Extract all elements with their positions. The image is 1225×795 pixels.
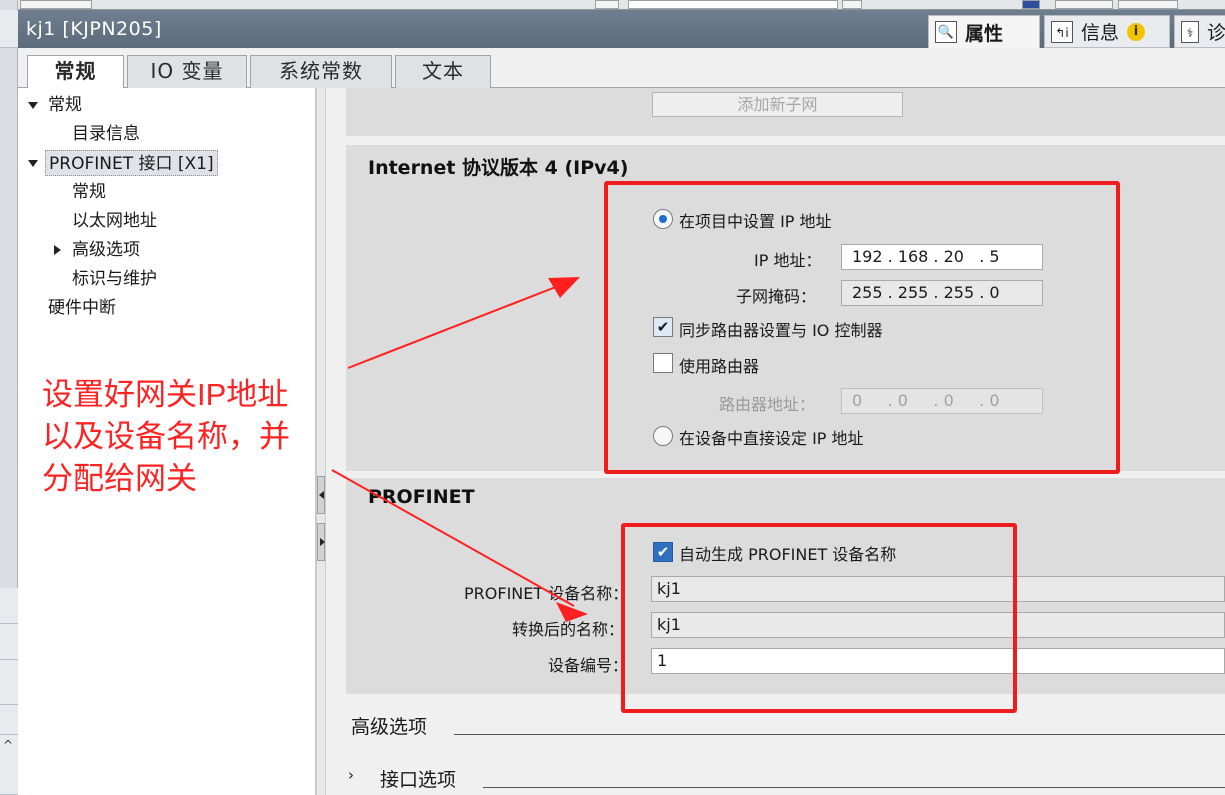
arrow-line xyxy=(331,469,575,607)
arrow-line xyxy=(347,282,567,369)
properties-window: ^ kj1 [KJPN205] 🔍 属性 ↰i 信息 i ⚕ 诊 常规 IO 变… xyxy=(0,0,1225,795)
annotation-arrows xyxy=(331,277,588,622)
